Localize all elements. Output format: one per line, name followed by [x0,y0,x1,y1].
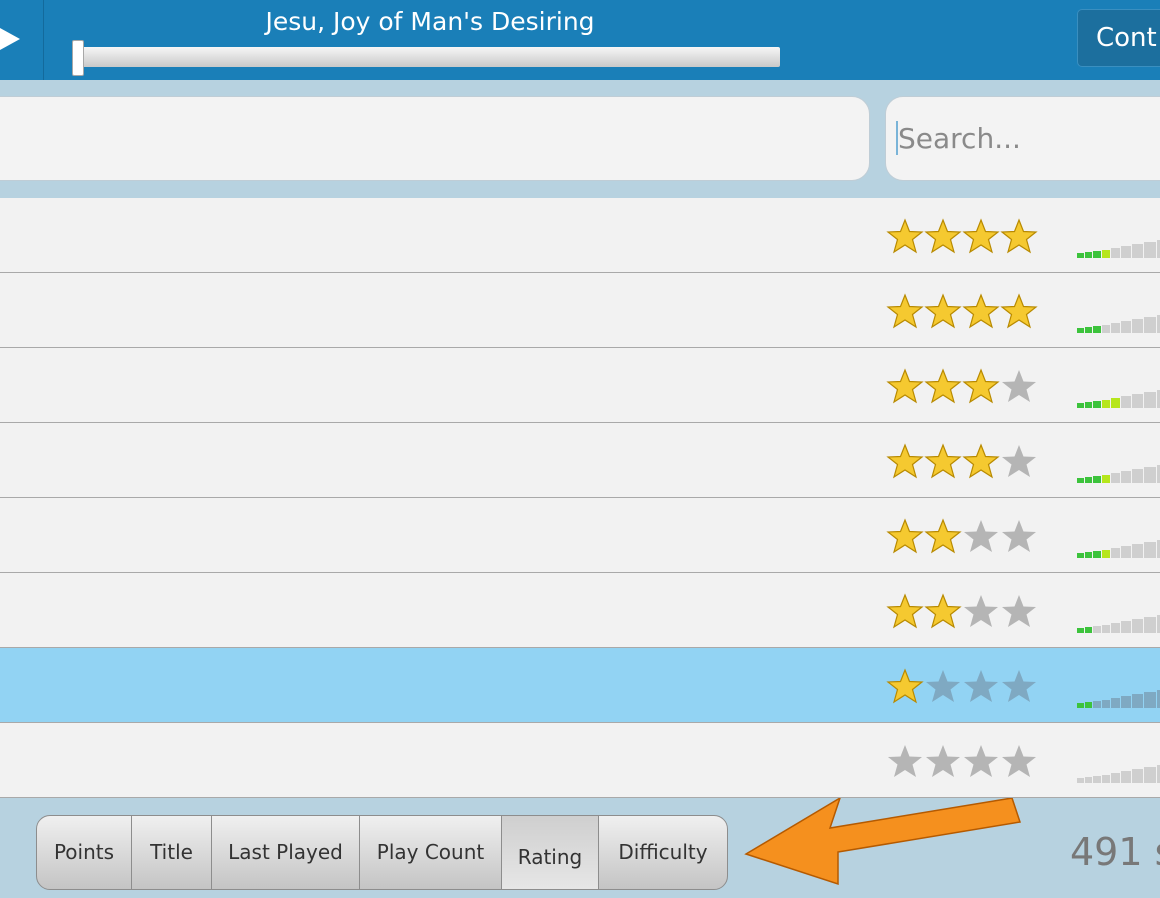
star-icon [1000,218,1038,254]
star-icon [886,668,924,704]
now-playing-bar: Jesu, Joy of Man's Desiring Cont [0,0,1160,80]
difficulty-meter-icon [1077,690,1160,708]
header-right-button[interactable]: Cont [1077,9,1160,67]
star-icon [924,368,962,404]
star-icon [1002,670,1036,702]
difficulty-meter-icon [1077,765,1160,783]
song-row[interactable] [0,498,1160,573]
sort-segmented-control: Points Title Last Played Play Count Rating Di… [36,815,728,890]
sort-difficulty-button[interactable]: Difficulty [599,816,727,889]
song-row[interactable] [0,723,1160,798]
star-icon [886,593,924,629]
star-icon [926,745,960,777]
star-icon [886,218,924,254]
star-icon [924,218,962,254]
star-icon [1002,745,1036,777]
song-title: Jesu, Joy of Man's Desiring [265,7,595,36]
rating-stars [886,293,1038,333]
difficulty-meter-icon [1077,615,1160,633]
play-icon [0,28,20,50]
arrow-icon [744,798,1021,886]
sort-play-count-button[interactable]: Play Count [360,816,502,889]
song-list [0,198,1160,798]
progress-track[interactable] [80,47,780,67]
song-row[interactable] [0,198,1160,273]
star-icon [962,368,1000,404]
star-icon [962,443,1000,479]
progress-handle[interactable] [72,40,84,76]
star-icon [964,670,998,702]
song-row[interactable] [0,348,1160,423]
rating-stars [886,668,1038,708]
rating-stars [886,368,1038,408]
star-icon [886,518,924,554]
star-icon [962,218,1000,254]
text-caret [896,121,898,155]
star-icon [924,293,962,329]
search-input[interactable] [885,96,1160,181]
star-icon [1002,520,1036,552]
footer-bar: Points Title Last Played Play Count Rating Di… [0,798,1160,898]
play-button[interactable] [0,0,44,80]
star-icon [924,443,962,479]
star-icon [924,518,962,554]
filter-field[interactable] [0,96,870,181]
difficulty-meter-icon [1077,465,1160,483]
difficulty-meter-icon [1077,240,1160,258]
rating-stars [886,593,1038,633]
song-row[interactable] [0,273,1160,348]
rating-stars [886,743,1038,783]
song-row[interactable] [0,648,1160,723]
star-icon [1002,595,1036,627]
rating-stars [886,218,1038,258]
star-icon [964,520,998,552]
difficulty-meter-icon [1077,390,1160,408]
star-icon [886,368,924,404]
sort-rating-button[interactable]: Rating [502,816,599,889]
song-row[interactable] [0,423,1160,498]
star-icon [926,670,960,702]
star-icon [886,293,924,329]
star-icon [964,745,998,777]
rating-stars [886,443,1038,483]
star-icon [1000,293,1038,329]
star-icon [886,443,924,479]
rating-stars [886,518,1038,558]
sort-title-button[interactable]: Title [132,816,212,889]
song-count: 491 s [1070,830,1160,874]
sort-last-played-button[interactable]: Last Played [212,816,360,889]
star-icon [962,293,1000,329]
star-icon [888,745,922,777]
star-icon [1002,370,1036,402]
difficulty-meter-icon [1077,540,1160,558]
difficulty-meter-icon [1077,315,1160,333]
star-icon [964,595,998,627]
song-row[interactable] [0,573,1160,648]
sort-points-button[interactable]: Points [37,816,132,889]
star-icon [924,593,962,629]
star-icon [1002,445,1036,477]
